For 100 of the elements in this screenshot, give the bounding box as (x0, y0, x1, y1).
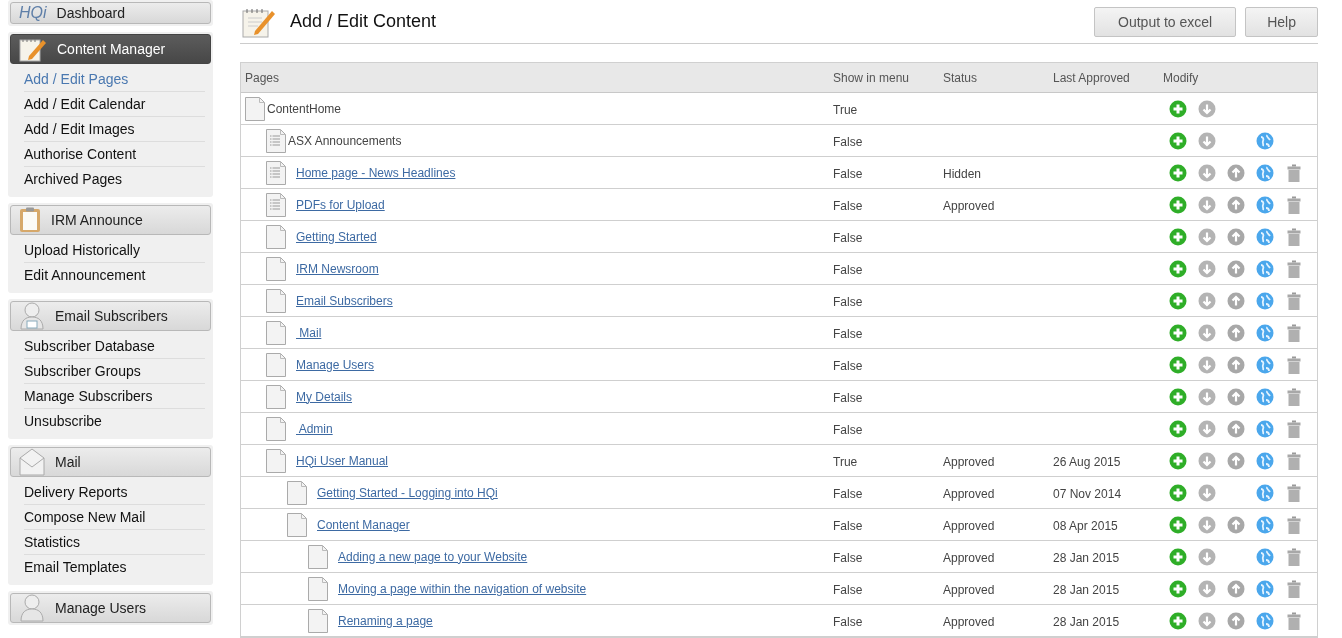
add-icon[interactable] (1169, 259, 1187, 278)
globe-icon[interactable] (1256, 195, 1274, 214)
arrow-up-icon[interactable] (1227, 419, 1245, 438)
arrow-down-icon[interactable] (1198, 131, 1216, 150)
arrow-up-icon[interactable] (1227, 579, 1245, 598)
trash-icon[interactable] (1285, 227, 1303, 246)
trash-icon[interactable] (1285, 387, 1303, 406)
sidebar-item[interactable]: Subscriber Groups (24, 359, 205, 384)
trash-icon[interactable] (1285, 451, 1303, 470)
header-button[interactable]: Help (1245, 6, 1318, 37)
globe-icon[interactable] (1256, 579, 1274, 598)
globe-icon[interactable] (1256, 163, 1274, 182)
trash-icon[interactable] (1285, 515, 1303, 534)
trash-icon[interactable] (1285, 419, 1303, 438)
globe-icon[interactable] (1256, 131, 1274, 150)
globe-icon[interactable] (1256, 259, 1274, 278)
page-link[interactable]: Getting Started - Logging into HQi (317, 485, 498, 500)
arrow-up-icon[interactable] (1227, 387, 1245, 406)
page-link[interactable]: Email Subscribers (296, 293, 393, 308)
sidebar-item[interactable]: Manage Subscribers (24, 384, 205, 409)
arrow-up-icon[interactable] (1227, 195, 1245, 214)
page-link[interactable]: My Details (296, 389, 352, 404)
add-icon[interactable] (1169, 547, 1187, 566)
globe-icon[interactable] (1256, 419, 1274, 438)
trash-icon[interactable] (1285, 483, 1303, 502)
sidebar-item[interactable]: Edit Announcement (24, 263, 205, 287)
sidebar-item[interactable]: Authorise Content (24, 142, 205, 167)
arrow-down-icon[interactable] (1198, 323, 1216, 342)
page-link[interactable]: HQi User Manual (296, 453, 389, 468)
arrow-up-icon[interactable] (1227, 227, 1245, 246)
arrow-down-icon[interactable] (1198, 291, 1216, 310)
arrow-down-icon[interactable] (1198, 387, 1216, 406)
arrow-down-icon[interactable] (1198, 195, 1216, 214)
arrow-down-icon[interactable] (1198, 451, 1216, 470)
sidebar-group-header[interactable]: Manage Users (10, 593, 211, 623)
page-link[interactable]: Manage Users (296, 357, 375, 372)
arrow-down-icon[interactable] (1198, 99, 1216, 118)
arrow-down-icon[interactable] (1198, 483, 1216, 502)
trash-icon[interactable] (1285, 355, 1303, 374)
add-icon[interactable] (1169, 163, 1187, 182)
sidebar-item[interactable]: Unsubscribe (24, 409, 205, 433)
sidebar-item[interactable]: Delivery Reports (24, 480, 205, 505)
globe-icon[interactable] (1256, 355, 1274, 374)
page-link[interactable]: Admin (296, 421, 333, 436)
add-icon[interactable] (1169, 611, 1187, 630)
trash-icon[interactable] (1285, 291, 1303, 310)
add-icon[interactable] (1169, 579, 1187, 598)
globe-icon[interactable] (1256, 611, 1274, 630)
arrow-up-icon[interactable] (1227, 611, 1245, 630)
arrow-down-icon[interactable] (1198, 355, 1216, 374)
arrow-up-icon[interactable] (1227, 323, 1245, 342)
globe-icon[interactable] (1256, 547, 1274, 566)
page-link[interactable]: PDFs for Upload (296, 197, 385, 212)
trash-icon[interactable] (1285, 579, 1303, 598)
arrow-up-icon[interactable] (1227, 515, 1245, 534)
sidebar-item[interactable]: Add / Edit Images (24, 117, 205, 142)
arrow-down-icon[interactable] (1198, 419, 1216, 438)
globe-icon[interactable] (1256, 227, 1274, 246)
sidebar-item[interactable]: Add / Edit Calendar (24, 92, 205, 117)
arrow-down-icon[interactable] (1198, 227, 1216, 246)
add-icon[interactable] (1169, 99, 1187, 118)
add-icon[interactable] (1169, 131, 1187, 150)
sidebar-group-header[interactable]: Mail (10, 447, 211, 477)
sidebar-item[interactable]: Add / Edit Pages (24, 67, 205, 92)
trash-icon[interactable] (1285, 259, 1303, 278)
trash-icon[interactable] (1285, 163, 1303, 182)
globe-icon[interactable] (1256, 451, 1274, 470)
sidebar-item[interactable]: Email Templates (24, 555, 205, 579)
arrow-up-icon[interactable] (1227, 291, 1245, 310)
arrow-down-icon[interactable] (1198, 163, 1216, 182)
add-icon[interactable] (1169, 419, 1187, 438)
page-link[interactable]: Renaming a page (338, 613, 433, 628)
arrow-up-icon[interactable] (1227, 355, 1245, 374)
sidebar-group-header[interactable]: HQi Dashboard (10, 2, 211, 24)
page-link[interactable]: Home page - News Headlines (296, 165, 456, 180)
sidebar-group-header[interactable]: IRM Announce (10, 205, 211, 235)
page-link[interactable]: Adding a new page to your Website (338, 549, 528, 564)
add-icon[interactable] (1169, 355, 1187, 374)
arrow-down-icon[interactable] (1198, 611, 1216, 630)
sidebar-item[interactable]: Archived Pages (24, 167, 205, 191)
page-link[interactable]: Getting Started (296, 229, 377, 244)
sidebar-item[interactable]: Upload Historically (24, 238, 205, 263)
add-icon[interactable] (1169, 323, 1187, 342)
globe-icon[interactable] (1256, 323, 1274, 342)
globe-icon[interactable] (1256, 291, 1274, 310)
sidebar-item[interactable]: Statistics (24, 530, 205, 555)
sidebar-item[interactable]: Subscriber Database (24, 334, 205, 359)
trash-icon[interactable] (1285, 611, 1303, 630)
globe-icon[interactable] (1256, 483, 1274, 502)
page-link[interactable]: Mail (296, 325, 322, 340)
add-icon[interactable] (1169, 483, 1187, 502)
sidebar-group-header[interactable]: Content Manager (10, 34, 211, 64)
globe-icon[interactable] (1256, 387, 1274, 406)
globe-icon[interactable] (1256, 515, 1274, 534)
add-icon[interactable] (1169, 227, 1187, 246)
add-icon[interactable] (1169, 195, 1187, 214)
add-icon[interactable] (1169, 515, 1187, 534)
arrow-down-icon[interactable] (1198, 259, 1216, 278)
page-link[interactable]: Content Manager (317, 517, 410, 532)
add-icon[interactable] (1169, 291, 1187, 310)
